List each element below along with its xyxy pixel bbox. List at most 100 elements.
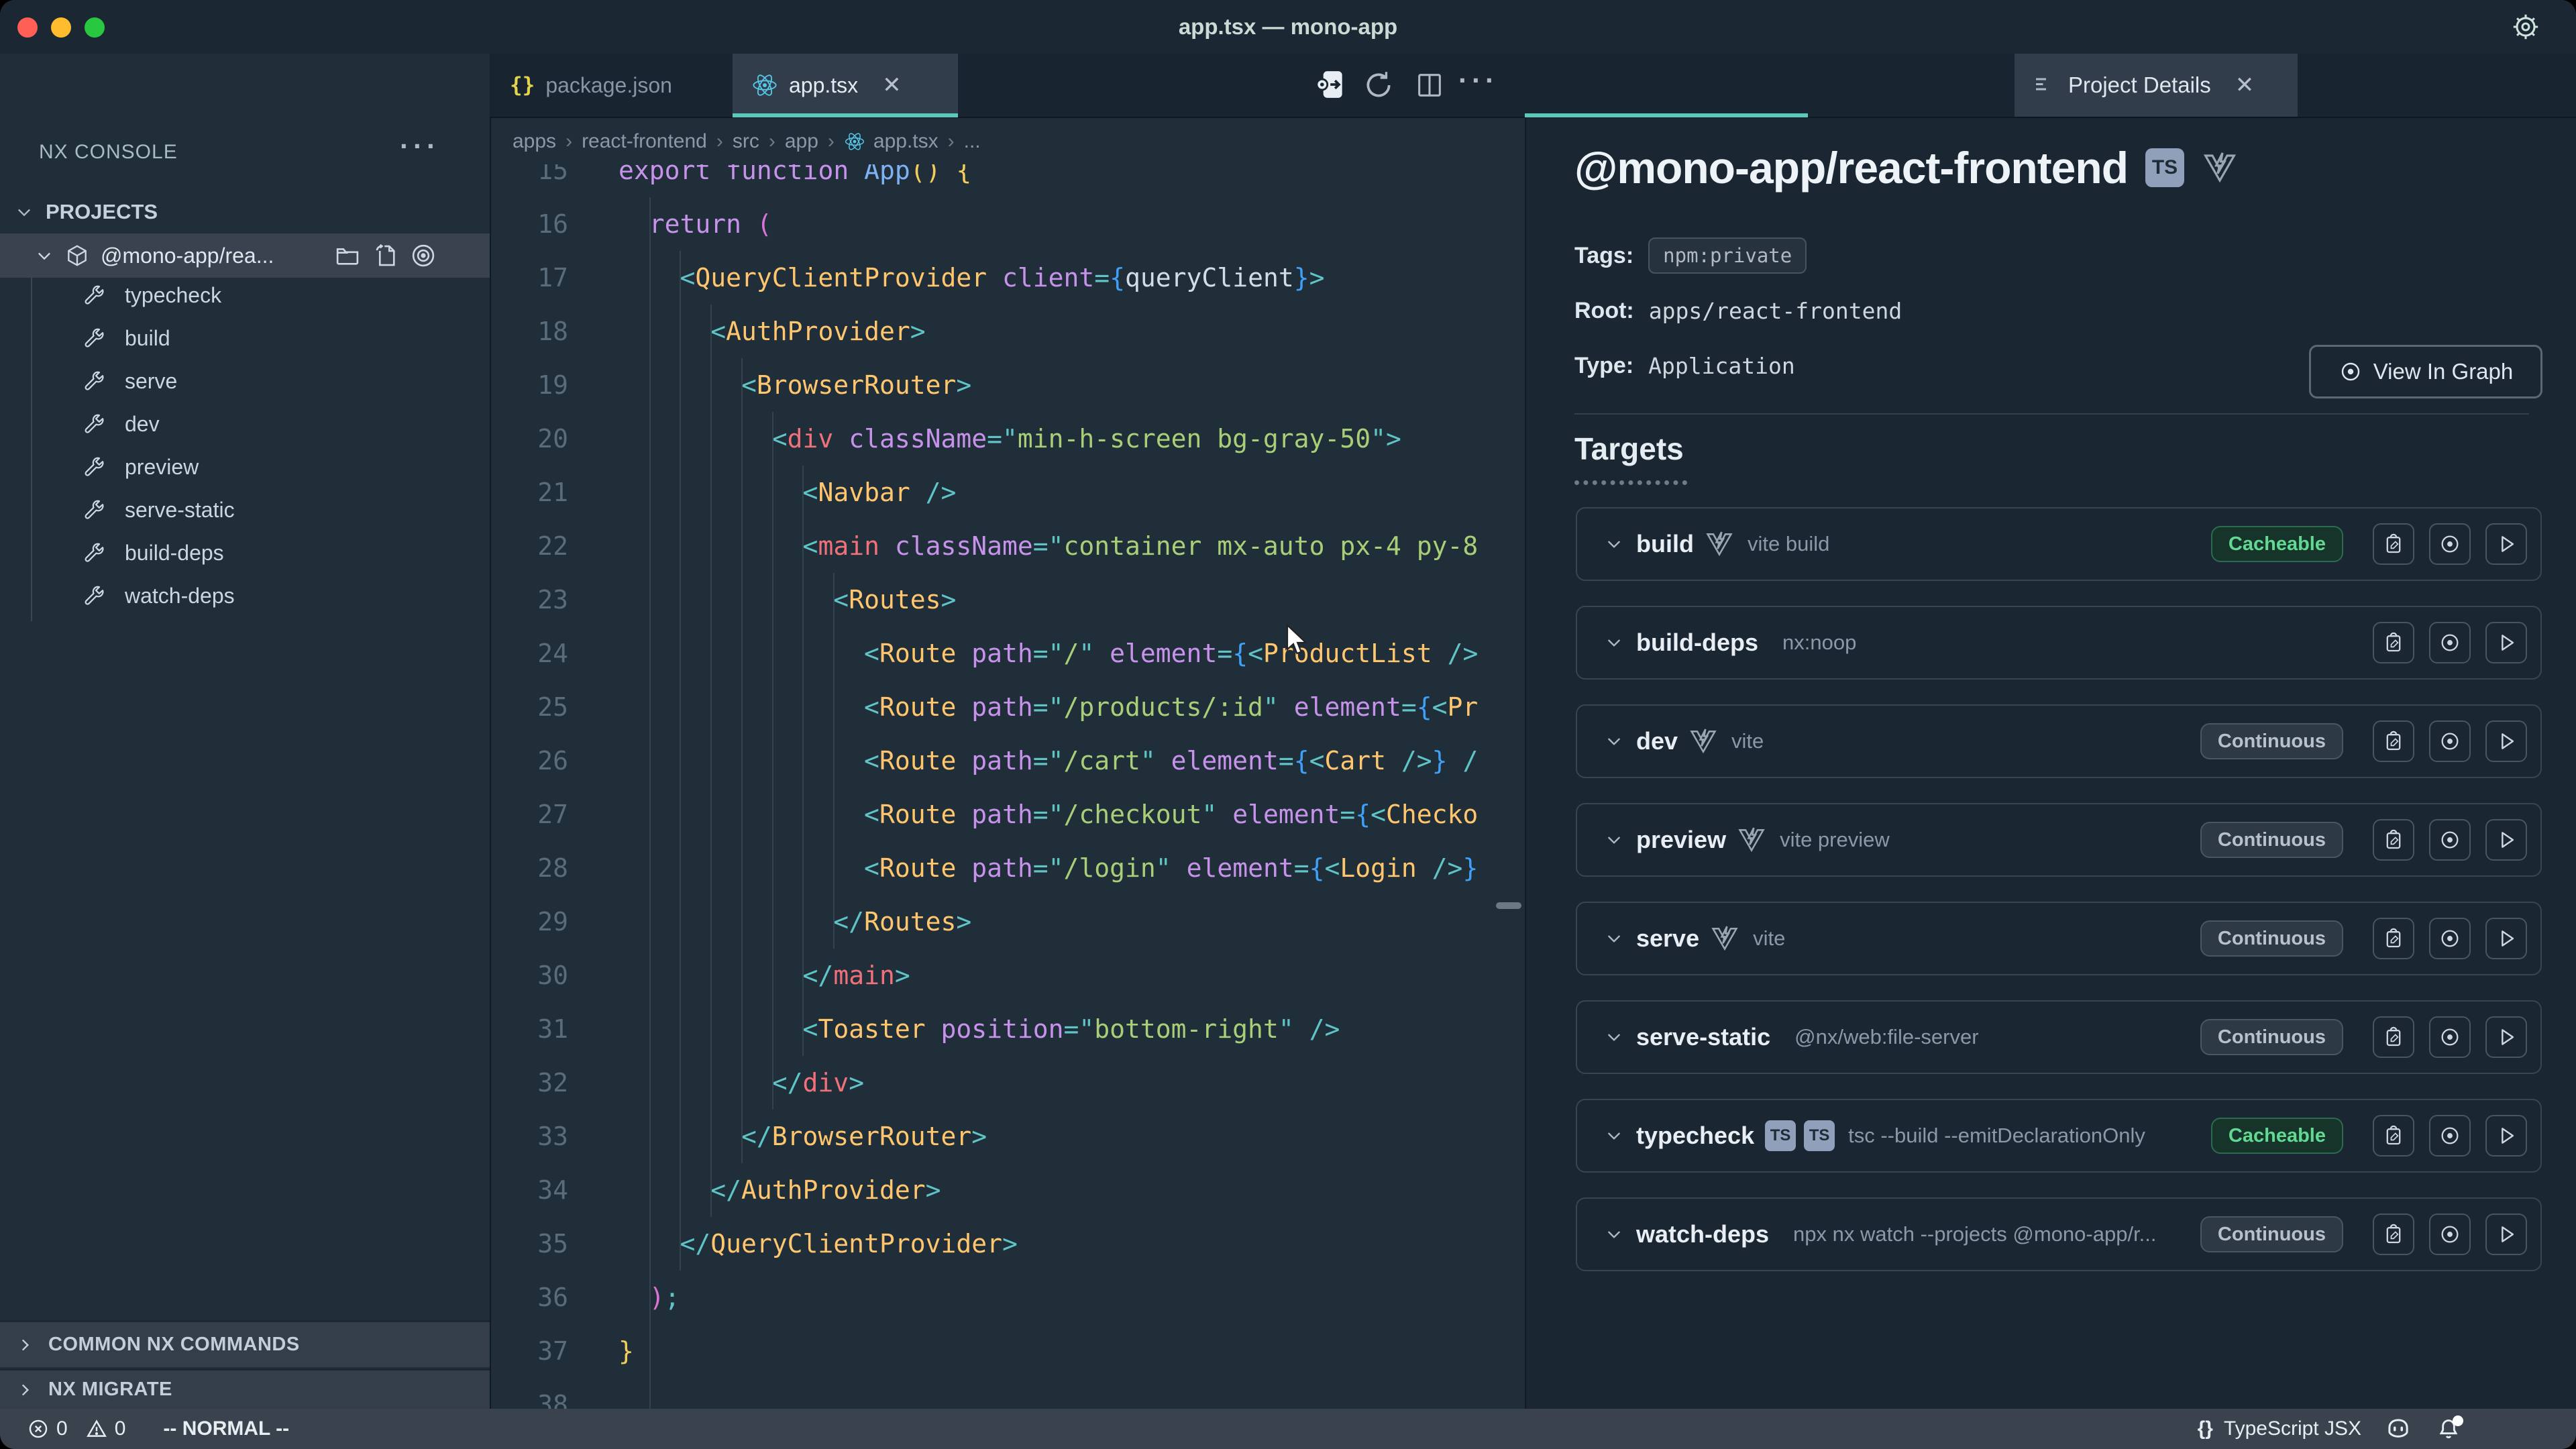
code-line[interactable]: 22 <main className="container mx-auto px… [491,519,1525,573]
target-card-watch-deps[interactable]: watch-depsnpx nx watch --projects @mono-… [1576,1197,2542,1271]
preview-view-in-graph-button[interactable] [2429,819,2471,861]
tab-package-json[interactable]: {} package.json [490,54,672,117]
tab-project-details[interactable]: Project Details ✕ [2015,54,2298,117]
code-line[interactable]: 28 <Route path="/login" element={<Login … [491,841,1525,895]
language-mode[interactable]: {} TypeScript JSX [2198,1417,2361,1440]
dev-view-in-graph-button[interactable] [2429,720,2471,762]
project-row-selected[interactable]: @mono-app/rea... [0,233,490,278]
typecheck-view-in-graph-button[interactable] [2429,1115,2471,1157]
chevron-down-icon[interactable] [1605,733,1623,750]
target-card-build[interactable]: buildvite buildCacheable [1576,507,2542,581]
target-card-typecheck[interactable]: typecheckTSTStsc --build --emitDeclarati… [1576,1099,2542,1173]
folder-icon[interactable] [333,241,362,270]
chevron-down-icon[interactable] [1605,930,1623,947]
tree-item-build-deps[interactable]: build-deps [0,531,490,574]
tree-item-serve-static[interactable]: serve-static [0,488,490,531]
target-card-dev[interactable]: devviteContinuous [1576,704,2542,778]
serve-copy-task-button[interactable] [2373,918,2414,959]
chevron-down-icon[interactable] [1605,535,1623,553]
preview-run-target-button[interactable] [2485,819,2527,861]
target-card-build-deps[interactable]: build-depsnx:noop [1576,606,2542,680]
code-line[interactable]: 26 <Route path="/cart" element={<Cart />… [491,734,1525,788]
code-editor[interactable]: 15export function App() {16 return (17 <… [491,164,1525,1409]
code-line[interactable]: 23 <Routes> [491,573,1525,627]
build-deps-view-in-graph-button[interactable] [2429,622,2471,663]
sidebar-more-actions-icon[interactable]: ··· [400,130,440,162]
preview-copy-task-button[interactable] [2373,819,2414,861]
build-copy-task-button[interactable] [2373,523,2414,565]
warnings-indicator[interactable]: 0 [85,1417,126,1440]
build-view-in-graph-button[interactable] [2429,523,2471,565]
target-card-serve[interactable]: serveviteContinuous [1576,902,2542,975]
watch-deps-run-target-button[interactable] [2485,1214,2527,1255]
tree-item-watch-deps[interactable]: watch-deps [0,574,490,617]
breadcrumb-item[interactable]: react-frontend [582,130,707,153]
breadcrumb-item[interactable]: app [785,130,818,153]
serve-run-target-button[interactable] [2485,918,2527,959]
breadcrumb-item[interactable]: src [733,130,759,153]
dev-copy-task-button[interactable] [2373,720,2414,762]
build-run-target-button[interactable] [2485,523,2527,565]
code-line[interactable]: 37} [491,1324,1525,1378]
chevron-down-icon[interactable] [1605,1127,1623,1144]
typecheck-run-target-button[interactable] [2485,1115,2527,1157]
tree-item-typecheck[interactable]: typecheck [0,274,490,317]
chevron-down-icon[interactable] [1605,831,1623,849]
sidebar-section-nx-migrate[interactable]: NX MIGRATE [0,1368,490,1409]
chevron-down-icon[interactable] [1605,1226,1623,1243]
build-deps-run-target-button[interactable] [2485,622,2527,663]
code-line[interactable]: 17 <QueryClientProvider client={queryCli… [491,251,1525,305]
tree-item-preview[interactable]: preview [0,445,490,488]
target-card-preview[interactable]: previewvite previewContinuous [1576,803,2542,877]
serve-view-in-graph-button[interactable] [2429,918,2471,959]
code-line[interactable]: 21 <Navbar /> [491,466,1525,519]
editor-more-actions-icon[interactable]: ··· [1458,64,1499,97]
code-line[interactable]: 35 </QueryClientProvider> [491,1217,1525,1271]
tab-app-tsx[interactable]: app.tsx ✕ [733,54,958,117]
tab-close-icon[interactable]: ✕ [882,72,902,99]
code-line[interactable]: 20 <div className="min-h-screen bg-gray-… [491,412,1525,466]
sidebar-section-common-nx-commands[interactable]: COMMON NX COMMANDS [0,1320,490,1367]
serve-static-run-target-button[interactable] [2485,1016,2527,1058]
dev-run-target-button[interactable] [2485,720,2527,762]
target-card-serve-static[interactable]: serve-static@nx/web:file-serverContinuou… [1576,1000,2542,1074]
code-line[interactable]: 27 <Route path="/checkout" element={<Che… [491,788,1525,841]
code-line[interactable]: 25 <Route path="/products/:id" element={… [491,680,1525,734]
code-line[interactable]: 36 ); [491,1271,1525,1324]
copilot-icon[interactable] [2384,1415,2412,1443]
code-line[interactable]: 33 </BrowserRouter> [491,1110,1525,1163]
tree-item-dev[interactable]: dev [0,402,490,445]
open-config-file-icon[interactable] [372,241,400,270]
focus-project-icon[interactable] [409,241,437,270]
code-line[interactable]: 16 return ( [491,197,1525,251]
serve-static-copy-task-button[interactable] [2373,1016,2414,1058]
code-line[interactable]: 38 [491,1378,1525,1409]
code-line[interactable]: 24 <Route path="/" element={<ProductList… [491,627,1525,680]
errors-indicator[interactable]: 0 [27,1417,68,1440]
code-line[interactable]: 31 <Toaster position="bottom-right" /> [491,1002,1525,1056]
open-project-details-icon[interactable] [1311,66,1348,103]
chevron-down-icon[interactable] [1605,634,1623,651]
code-line[interactable]: 30 </main> [491,949,1525,1002]
notifications-bell-icon[interactable] [2435,1415,2462,1442]
code-line[interactable]: 32 </div> [491,1056,1525,1110]
watch-deps-copy-task-button[interactable] [2373,1214,2414,1255]
split-editor-icon[interactable] [1414,70,1445,101]
typecheck-copy-task-button[interactable] [2373,1115,2414,1157]
view-in-graph-button[interactable]: View In Graph [2309,345,2542,398]
code-line[interactable]: 18 <AuthProvider> [491,305,1525,358]
breadcrumb-item[interactable]: ... [964,130,981,153]
tree-item-serve[interactable]: serve [0,360,490,402]
watch-deps-view-in-graph-button[interactable] [2429,1214,2471,1255]
refresh-icon[interactable] [1362,68,1395,102]
tree-item-build[interactable]: build [0,317,490,360]
breadcrumb-item[interactable]: apps [513,130,556,153]
serve-static-view-in-graph-button[interactable] [2429,1016,2471,1058]
code-line[interactable]: 29 </Routes> [491,895,1525,949]
chevron-down-icon[interactable] [1605,1028,1623,1046]
projects-section-header[interactable]: PROJECTS [0,191,490,233]
code-line[interactable]: 34 </AuthProvider> [491,1163,1525,1217]
breadcrumb-item[interactable]: app.tsx [873,130,938,153]
build-deps-copy-task-button[interactable] [2373,622,2414,663]
code-line[interactable]: 15export function App() { [491,164,1525,197]
